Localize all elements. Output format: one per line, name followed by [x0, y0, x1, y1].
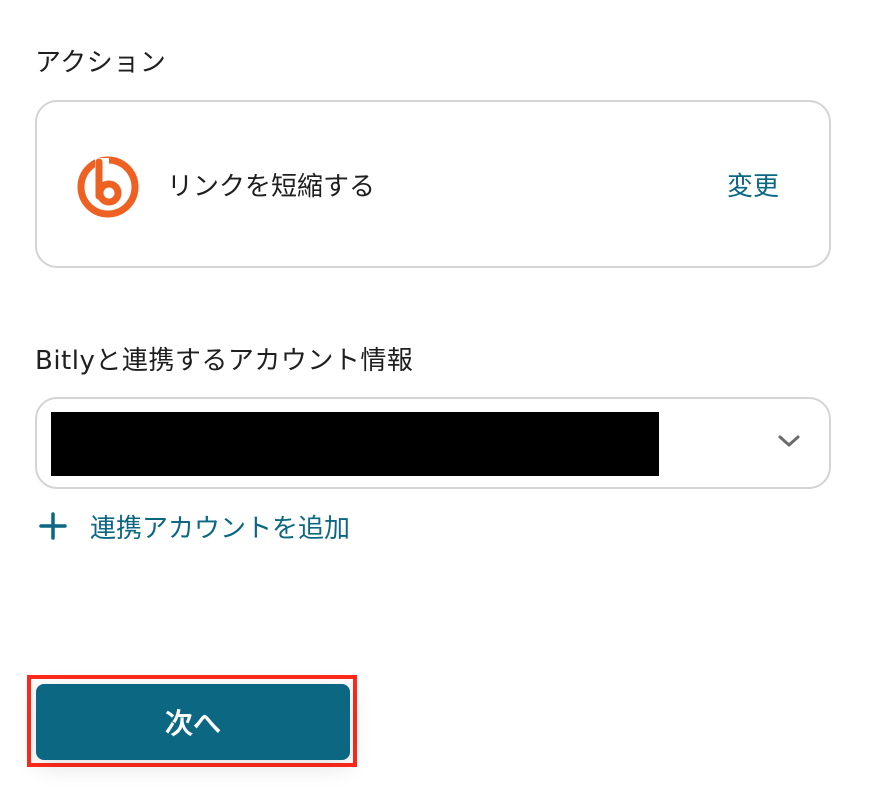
add-account-label: 連携アカウントを追加 [90, 513, 351, 544]
action-card: リンクを短縮する 変更 [35, 100, 831, 268]
action-section-label: アクション [35, 48, 167, 78]
next-button[interactable]: 次へ [36, 684, 350, 760]
add-account-link[interactable]: 連携アカウントを追加 [38, 506, 350, 546]
account-section-label: Bitlyと連携するアカウント情報 [35, 346, 414, 376]
chevron-down-icon[interactable] [777, 433, 801, 449]
change-action-link[interactable]: 変更 [727, 166, 779, 203]
account-select[interactable] [35, 397, 831, 489]
action-name: リンクを短縮する [167, 172, 376, 202]
plus-icon [38, 511, 68, 541]
bitly-logo-icon [75, 152, 141, 218]
selected-account-value [51, 412, 659, 476]
